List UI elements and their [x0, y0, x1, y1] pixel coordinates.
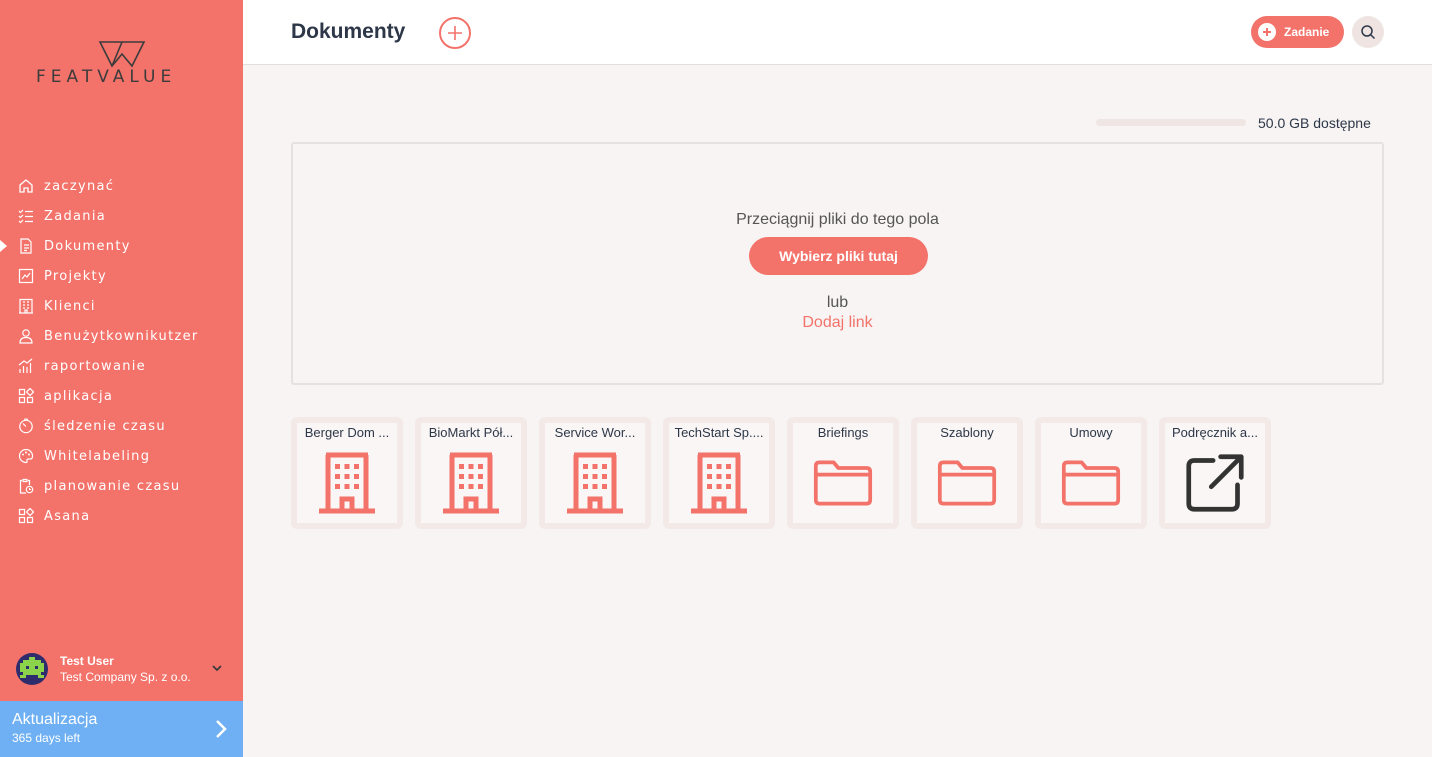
- sidebar-item-label: Benużytkownikutzer: [44, 328, 199, 344]
- apps-icon: [17, 387, 35, 405]
- chevron-right-icon: [215, 719, 227, 744]
- palette-icon: [17, 447, 35, 465]
- sidebar-item-clients[interactable]: Klienci: [0, 291, 243, 321]
- folder-icon: [1061, 451, 1121, 515]
- top-bar: Dokumenty Zadanie: [243, 0, 1432, 65]
- chevron-down-icon[interactable]: [211, 661, 223, 679]
- home-icon: [17, 177, 35, 195]
- sidebar-item-label: Zadania: [44, 208, 107, 224]
- tile-label: BioMarkt Pół...: [428, 425, 514, 440]
- sidebar: FEATVALUE zaczynać Zadania Dokumenty Pro…: [0, 0, 243, 757]
- add-task-button[interactable]: Zadanie: [1251, 16, 1344, 48]
- sidebar-item-label: planowanie czasu: [44, 478, 181, 494]
- sidebar-item-label: raportowanie: [44, 358, 146, 374]
- document-icon: [17, 237, 35, 255]
- sidebar-item-projects[interactable]: Projekty: [0, 261, 243, 291]
- link-tile[interactable]: Podręcznik a...: [1159, 417, 1271, 529]
- storage-usage-bar: [1096, 119, 1246, 126]
- user-menu[interactable]: Test User Test Company Sp. z o.o.: [16, 652, 231, 686]
- chart-icon: [17, 267, 35, 285]
- add-task-label: Zadanie: [1284, 25, 1330, 39]
- sidebar-item-time-planning[interactable]: planowanie czasu: [0, 471, 243, 501]
- search-icon: [1361, 25, 1376, 40]
- folder-tile[interactable]: TechStart Sp....: [663, 417, 775, 529]
- clipboard-clock-icon: [17, 477, 35, 495]
- sidebar-item-label: Whitelabeling: [44, 448, 151, 464]
- sidebar-item-reporting[interactable]: raportowanie: [0, 351, 243, 381]
- building-icon: [689, 451, 749, 515]
- page-title: Dokumenty: [291, 20, 406, 43]
- add-document-button[interactable]: [439, 17, 471, 49]
- tile-label: Umowy: [1069, 425, 1113, 440]
- building-icon: [565, 451, 625, 515]
- logo[interactable]: FEATVALUE: [36, 40, 211, 90]
- brand-name: FEATVALUE: [36, 67, 177, 87]
- sidebar-item-documents[interactable]: Dokumenty: [0, 231, 243, 261]
- search-button[interactable]: [1352, 16, 1384, 48]
- dropzone-instruction: Przeciągnij pliki do tego pola: [736, 211, 939, 228]
- sidebar-item-label: Asana: [44, 508, 91, 524]
- folder-tile[interactable]: Briefings: [787, 417, 899, 529]
- tile-label: TechStart Sp....: [674, 425, 764, 440]
- tile-label: Briefings: [817, 425, 869, 440]
- sidebar-item-label: Dokumenty: [44, 238, 131, 254]
- external-link-icon: [1185, 451, 1245, 515]
- dropzone-or: lub: [826, 294, 849, 311]
- checklist-icon: [17, 207, 35, 225]
- sidebar-item-asana[interactable]: Asana: [0, 501, 243, 531]
- sidebar-item-label: śledzenie czasu: [44, 418, 166, 434]
- bar-chart-icon: [17, 357, 35, 375]
- file-dropzone[interactable]: Przeciągnij pliki do tego pola Wybierz p…: [291, 142, 1384, 385]
- sidebar-item-label: zaczynać: [44, 178, 115, 194]
- sidebar-item-tasks[interactable]: Zadania: [0, 201, 243, 231]
- tile-label: Podręcznik a...: [1172, 425, 1258, 440]
- building-icon: [317, 451, 377, 515]
- user-company: Test Company Sp. z o.o.: [60, 670, 191, 684]
- user-icon: [17, 327, 35, 345]
- sidebar-item-label: Projekty: [44, 268, 107, 284]
- tile-label: Service Wor...: [554, 425, 636, 440]
- upgrade-title: Aktualizacja: [12, 711, 98, 728]
- upgrade-banner[interactable]: Aktualizacja 365 days left: [0, 701, 243, 757]
- plus-icon: [448, 26, 462, 40]
- tile-label: Szablony: [940, 425, 994, 440]
- sidebar-nav: zaczynać Zadania Dokumenty Projekty Klie…: [0, 171, 243, 531]
- sidebar-item-label: Klienci: [44, 298, 96, 314]
- building-icon: [17, 297, 35, 315]
- folder-tile[interactable]: BioMarkt Pół...: [415, 417, 527, 529]
- folder-icon: [813, 451, 873, 515]
- avatar: [16, 653, 48, 685]
- building-icon: [441, 451, 501, 515]
- tile-label: Berger Dom ...: [304, 425, 390, 440]
- folder-icon: [937, 451, 997, 515]
- choose-files-button[interactable]: Wybierz pliki tutaj: [749, 237, 928, 275]
- folder-tile[interactable]: Berger Dom ...: [291, 417, 403, 529]
- add-link-button[interactable]: Dodaj link: [293, 314, 1382, 332]
- sidebar-item-users[interactable]: Benużytkownikutzer: [0, 321, 243, 351]
- folder-tile[interactable]: Umowy: [1035, 417, 1147, 529]
- folder-tile[interactable]: Szablony: [911, 417, 1023, 529]
- timer-icon: [17, 417, 35, 435]
- user-info: Test User Test Company Sp. z o.o.: [60, 654, 191, 684]
- sidebar-item-label: aplikacja: [44, 388, 114, 404]
- sidebar-item-start[interactable]: zaczynać: [0, 171, 243, 201]
- sidebar-item-whitelabeling[interactable]: Whitelabeling: [0, 441, 243, 471]
- user-name: Test User: [60, 654, 114, 668]
- sidebar-item-time-tracking[interactable]: śledzenie czasu: [0, 411, 243, 441]
- logo-icon: [98, 41, 146, 68]
- upgrade-subtitle: 365 days left: [12, 731, 81, 745]
- folder-tile[interactable]: Service Wor...: [539, 417, 651, 529]
- sidebar-item-apps[interactable]: aplikacja: [0, 381, 243, 411]
- apps-icon: [17, 507, 35, 525]
- plus-icon: [1258, 23, 1276, 41]
- storage-available: 50.0 GB dostępne: [1258, 115, 1371, 131]
